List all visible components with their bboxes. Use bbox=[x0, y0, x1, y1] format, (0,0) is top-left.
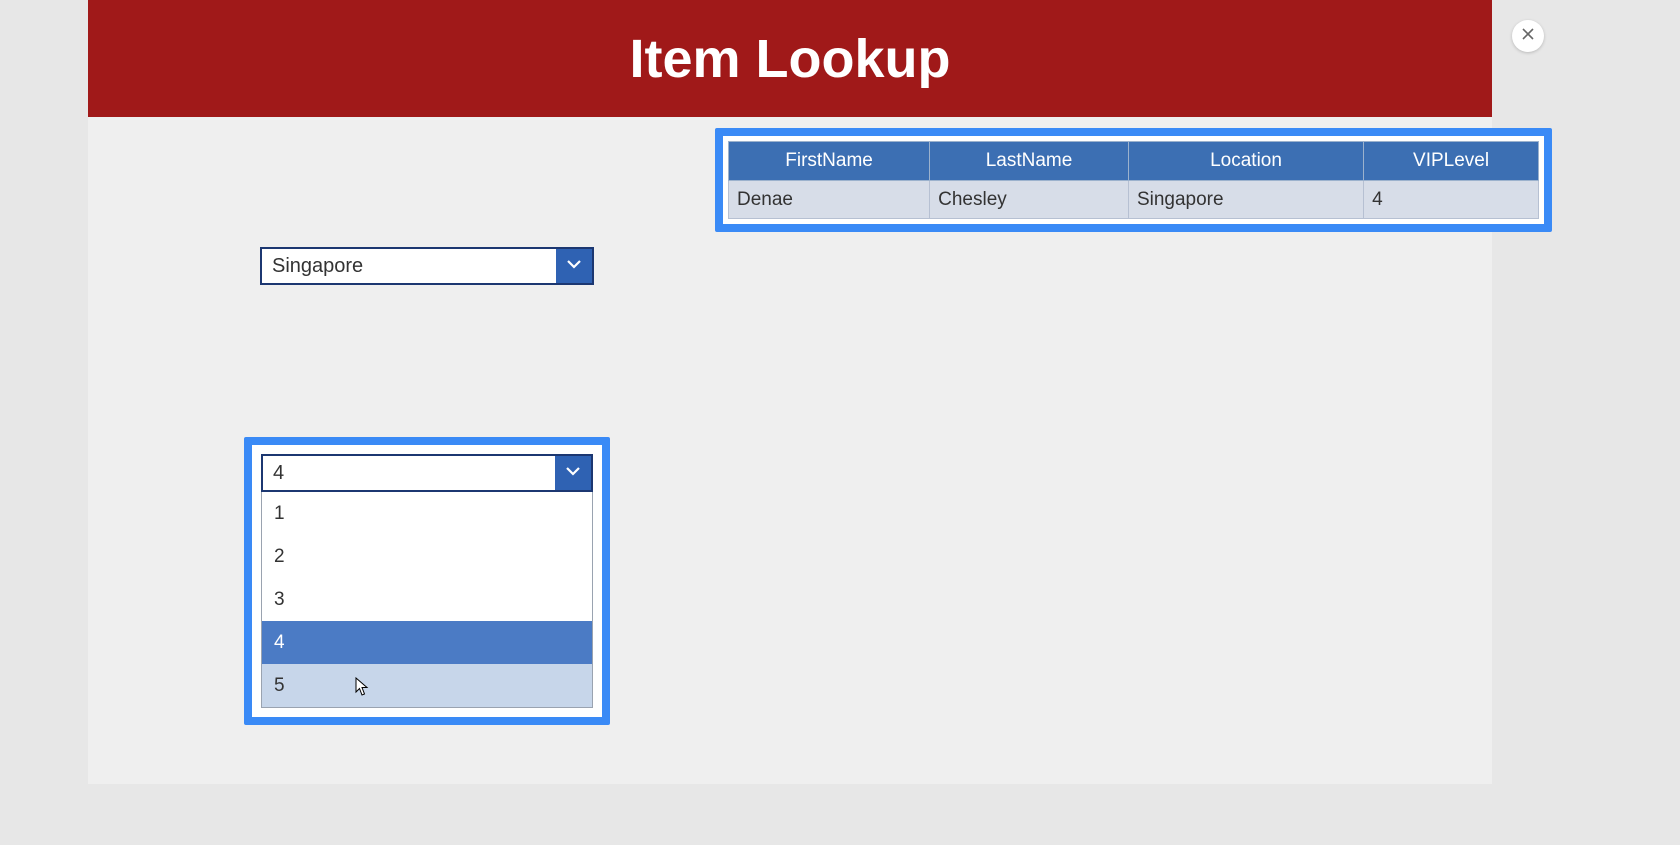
col-firstname: FirstName bbox=[729, 142, 930, 181]
viplevel-option[interactable]: 1 bbox=[262, 492, 592, 535]
location-dropdown[interactable]: Singapore bbox=[260, 247, 594, 285]
viplevel-option[interactable]: 4 bbox=[262, 621, 592, 664]
col-location: Location bbox=[1128, 142, 1363, 181]
results-table: FirstName LastName Location VIPLevel Den… bbox=[728, 141, 1539, 219]
close-icon bbox=[1521, 27, 1535, 46]
location-dropdown-toggle[interactable] bbox=[556, 249, 592, 283]
results-table-container: FirstName LastName Location VIPLevel Den… bbox=[715, 128, 1552, 232]
table-cell: Singapore bbox=[1128, 181, 1363, 219]
item-lookup-page: Item Lookup Singapore 4 12345 FirstName bbox=[88, 0, 1492, 784]
results-table-header-row: FirstName LastName Location VIPLevel bbox=[729, 142, 1539, 181]
viplevel-dropdown-options: 12345 bbox=[261, 492, 593, 708]
table-cell: Chesley bbox=[930, 181, 1129, 219]
table-cell: 4 bbox=[1364, 181, 1539, 219]
viplevel-option[interactable]: 2 bbox=[262, 535, 592, 578]
viplevel-dropdown-toggle[interactable] bbox=[555, 456, 591, 490]
table-row: DenaeChesleySingapore4 bbox=[729, 181, 1539, 219]
col-viplevel: VIPLevel bbox=[1364, 142, 1539, 181]
viplevel-option[interactable]: 5 bbox=[262, 664, 592, 707]
close-button[interactable] bbox=[1512, 20, 1544, 52]
viplevel-dropdown-container: 4 12345 bbox=[244, 437, 610, 725]
viplevel-dropdown[interactable]: 4 bbox=[261, 454, 593, 492]
page-title: Item Lookup bbox=[630, 28, 951, 90]
table-cell: Denae bbox=[729, 181, 930, 219]
chevron-down-icon bbox=[566, 256, 582, 277]
col-lastname: LastName bbox=[930, 142, 1129, 181]
location-dropdown-value: Singapore bbox=[262, 249, 556, 283]
viplevel-dropdown-value: 4 bbox=[263, 456, 555, 490]
viplevel-option[interactable]: 3 bbox=[262, 578, 592, 621]
chevron-down-icon bbox=[565, 463, 581, 484]
page-header: Item Lookup bbox=[88, 0, 1492, 117]
